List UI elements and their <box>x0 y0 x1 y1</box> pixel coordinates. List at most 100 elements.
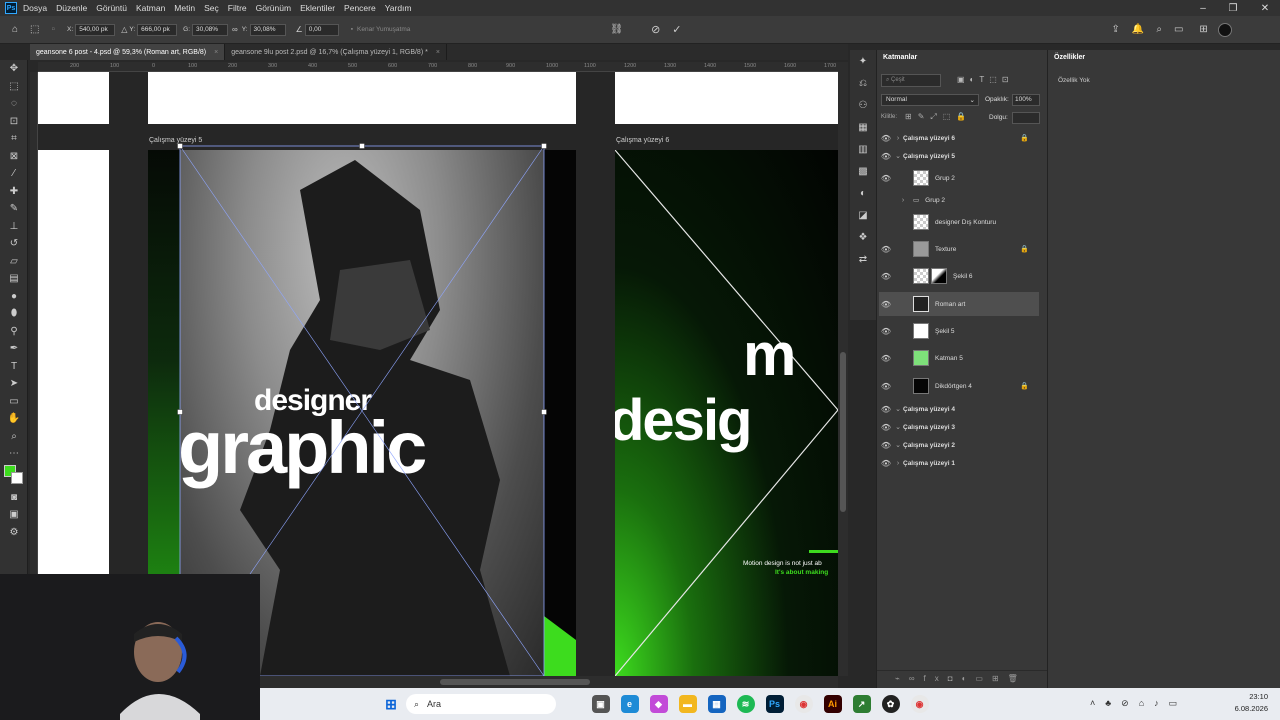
more-tools-icon[interactable]: ⋯ <box>0 445 28 463</box>
layer-row-roman-art[interactable]: 👁 Roman art <box>879 292 1039 316</box>
chevron-right-icon[interactable]: › <box>893 197 913 204</box>
layer-row-artboard-4[interactable]: 👁 ⌄ Çalışma yüzeyi 4 <box>879 401 1039 417</box>
visibility-eye-icon[interactable]: 👁 <box>879 441 893 450</box>
start-icon[interactable]: ⊞ <box>382 695 400 713</box>
layer-row-sekil-5[interactable]: 👁 Şekil 5 <box>879 321 1039 341</box>
file-explorer-icon[interactable]: ▬ <box>678 695 697 713</box>
visibility-eye-icon[interactable]: 👁 <box>879 134 893 143</box>
illustrator-icon[interactable]: Ai <box>823 695 842 713</box>
properties-tab[interactable]: Özellikler <box>1048 50 1280 65</box>
home-icon[interactable]: ⌂ <box>12 24 18 35</box>
menu-dosya[interactable]: Dosya <box>23 3 47 13</box>
chevron-down-icon[interactable]: ⌄ <box>893 441 903 449</box>
patterns-icon[interactable]: ▩ <box>850 160 876 182</box>
visibility-eye-icon[interactable]: 👁 <box>879 152 893 161</box>
lasso-tool-icon[interactable]: ◌ <box>0 95 28 113</box>
layer-row-artboard-2[interactable]: 👁 ⌄ Çalışma yüzeyi 2 <box>879 437 1039 453</box>
edge-icon[interactable]: e <box>620 695 639 713</box>
close-window-icon[interactable]: ✕ <box>1250 0 1280 16</box>
task-view-icon[interactable]: ▣ <box>591 695 610 713</box>
visibility-eye-icon[interactable]: 👁 <box>879 245 893 254</box>
chrome-profile-icon[interactable]: ◉ <box>910 695 929 713</box>
menu-filtre[interactable]: Filtre <box>228 3 247 13</box>
menu-duzenle[interactable]: Düzenle <box>56 3 87 13</box>
menu-eklentiler[interactable]: Eklentiler <box>300 3 335 13</box>
delta-icon[interactable]: △ <box>121 25 127 34</box>
history-brush-icon[interactable]: ↺ <box>0 235 28 253</box>
smudge-tool-icon[interactable]: ⚲ <box>0 323 28 341</box>
visibility-eye-icon[interactable]: 👁 <box>879 423 893 432</box>
channels-icon[interactable]: ◪ <box>850 204 876 226</box>
layer-row-artboard-1[interactable]: 👁 › Çalışma yüzeyi 1 <box>879 455 1039 471</box>
object-select-tool-icon[interactable]: ⊡ <box>0 113 28 131</box>
layers-tab[interactable]: Katmanlar <box>877 50 1047 65</box>
taskbar-search[interactable]: ⌕ Ara <box>406 694 556 714</box>
commit-transform-icon[interactable]: ✓ <box>672 23 681 36</box>
notification-icon[interactable]: 🔔 <box>1132 24 1144 35</box>
visibility-eye-icon[interactable]: 👁 <box>879 459 893 468</box>
brush-tool-icon[interactable]: ✎ <box>0 200 28 218</box>
paths-icon[interactable]: ⇄ <box>850 248 876 270</box>
width-field[interactable]: 30,08% <box>192 23 229 36</box>
restore-icon[interactable]: ❐ <box>1218 0 1248 16</box>
vertical-scroll-thumb[interactable] <box>840 352 846 512</box>
layer-filter-search[interactable]: ⌕ Çeşit <box>881 74 941 87</box>
layer-row-artboard-5[interactable]: 👁 ⌄ Çalışma yüzeyi 5 <box>879 148 1039 164</box>
menu-metin[interactable]: Metin <box>174 3 195 13</box>
menu-pencere[interactable]: Pencere <box>344 3 376 13</box>
stamp-tool-icon[interactable]: ⊥ <box>0 218 28 236</box>
eraser-tool-icon[interactable]: ▱ <box>0 253 28 271</box>
chevron-down-icon[interactable]: ⌄ <box>893 423 903 431</box>
screen-mode-icon[interactable]: ▣ <box>0 506 28 524</box>
store-icon[interactable]: ▦ <box>707 695 726 713</box>
transform-tool-icon[interactable]: ⬚ <box>30 24 39 35</box>
styles-icon[interactable]: ❖ <box>850 226 876 248</box>
angle-field[interactable]: 0,00 <box>304 23 339 36</box>
reference-point-icon[interactable]: ▫ <box>52 24 56 35</box>
visibility-off[interactable]: · <box>879 218 893 227</box>
artboard-6[interactable]: m desig Motion design is not just ab It'… <box>615 150 838 676</box>
layer-row-texture[interactable]: 👁 Texture 🔒 <box>879 239 1039 259</box>
rectangle-tool-icon[interactable]: ▭ <box>0 393 28 411</box>
chrome-icon[interactable]: ◉ <box>794 695 813 713</box>
profile-avatar[interactable] <box>1217 22 1232 37</box>
quick-mask-icon[interactable]: ◙ <box>0 489 28 507</box>
visibility-eye-icon[interactable]: 👁 <box>879 272 893 281</box>
color-swatches[interactable] <box>0 463 28 489</box>
menu-katman[interactable]: Katman <box>136 3 165 13</box>
workspace-icon[interactable]: ▭ <box>1174 24 1183 35</box>
visibility-eye-icon[interactable]: 👁 <box>879 405 893 414</box>
tab-document-1[interactable]: geansone 6 post - 4.psd @ 59,3% (Roman a… <box>30 44 226 60</box>
clock[interactable]: 23:10 6.08.2026 <box>1228 692 1268 713</box>
layer-row-katman-5[interactable]: 👁 Katman 5 <box>879 348 1039 368</box>
layer-row-dikdortgen-4[interactable]: 👁 Dikdörtgen 4 🔒 <box>879 376 1039 396</box>
blur-tool-icon[interactable]: ● <box>0 288 28 306</box>
warp-icon[interactable]: ⛓ <box>610 24 623 35</box>
visibility-eye-icon[interactable]: 👁 <box>879 327 893 336</box>
visibility-off[interactable]: · <box>879 196 893 205</box>
layer-row-sekil-6[interactable]: 👁 Şekil 6 <box>879 266 1039 286</box>
layer-row-artboard-3[interactable]: 👁 ⌄ Çalışma yüzeyi 3 <box>879 419 1039 435</box>
adjustments-icon[interactable]: ◐ <box>850 182 876 204</box>
horizontal-scroll-thumb[interactable] <box>440 679 590 685</box>
generative-icon[interactable]: ⚙ <box>0 524 28 542</box>
zoom-tool-icon[interactable]: ⌕ <box>0 428 28 446</box>
menu-goruntu[interactable]: Görüntü <box>96 3 127 13</box>
link-icon[interactable]: ∞ <box>232 25 238 34</box>
tab-close-icon[interactable]: × <box>214 49 218 56</box>
history-icon[interactable]: ⎌ <box>850 72 876 94</box>
tab-document-2[interactable]: geansone 9lu post 2.psd @ 16,7% (Çalışma… <box>225 44 447 60</box>
menu-gorunum[interactable]: Görünüm <box>256 3 291 13</box>
y-field[interactable]: 666,00 pk <box>137 23 178 36</box>
fill-field[interactable] <box>1012 112 1040 124</box>
horizontal-scrollbar[interactable] <box>260 676 838 688</box>
libraries-icon[interactable]: ▦ <box>850 116 876 138</box>
background-color-swatch[interactable] <box>11 471 23 484</box>
vertical-scrollbar[interactable] <box>838 62 848 676</box>
plugins-icon[interactable]: ⚇ <box>850 94 876 116</box>
crop-tool-icon[interactable]: ⌗ <box>0 130 28 148</box>
layer-row-designer-outline[interactable]: · designer Dış Konturu <box>879 212 1039 232</box>
chevron-right-icon[interactable]: › <box>893 460 903 467</box>
path-select-tool-icon[interactable]: ➤ <box>0 375 28 393</box>
antialias-checkbox[interactable]: ▪ <box>351 26 353 33</box>
